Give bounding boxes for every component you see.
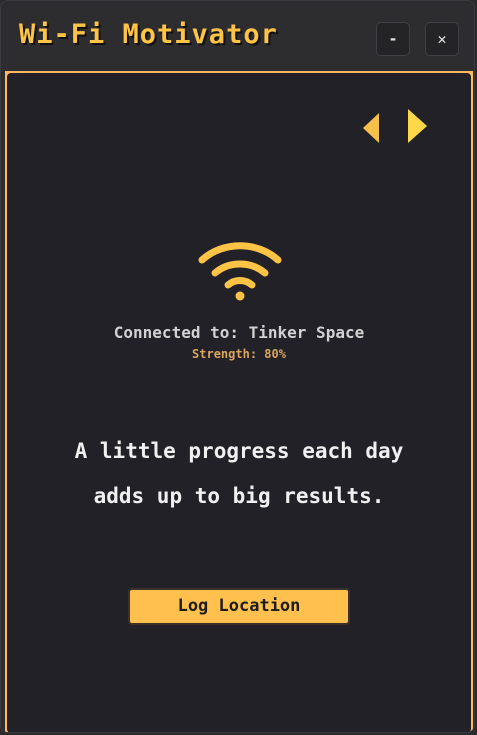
panel-corner-bottom-right <box>467 729 473 732</box>
panel-corner-top-right <box>467 71 473 77</box>
quote-line-2: adds up to big results. <box>93 484 385 508</box>
signal-strength: Strength: 80% <box>192 347 286 361</box>
main-panel: Connected to: Tinker Space Strength: 80%… <box>5 71 473 732</box>
panel-corner-bottom-left <box>5 729 11 732</box>
log-location-button[interactable]: Log Location <box>128 588 350 625</box>
app-title: Wi-Fi Motivator <box>19 19 278 50</box>
wifi-icon <box>198 242 282 301</box>
panel-corner-top-left <box>5 71 11 77</box>
connection-status: Connected to: Tinker Space <box>113 323 365 342</box>
minimize-button[interactable]: - <box>376 22 410 56</box>
next-arrow-icon[interactable] <box>408 109 427 143</box>
title-bar[interactable]: Wi-Fi Motivator - ✕ <box>1 1 474 69</box>
quote-line-1: A little progress each day <box>74 439 404 463</box>
motivational-quote: A little progress each day adds up to bi… <box>27 429 451 519</box>
previous-arrow-icon[interactable] <box>363 113 379 143</box>
app-window: Wi-Fi Motivator - ✕ Connected to: Tinker… <box>0 0 475 733</box>
close-button[interactable]: ✕ <box>425 22 459 56</box>
